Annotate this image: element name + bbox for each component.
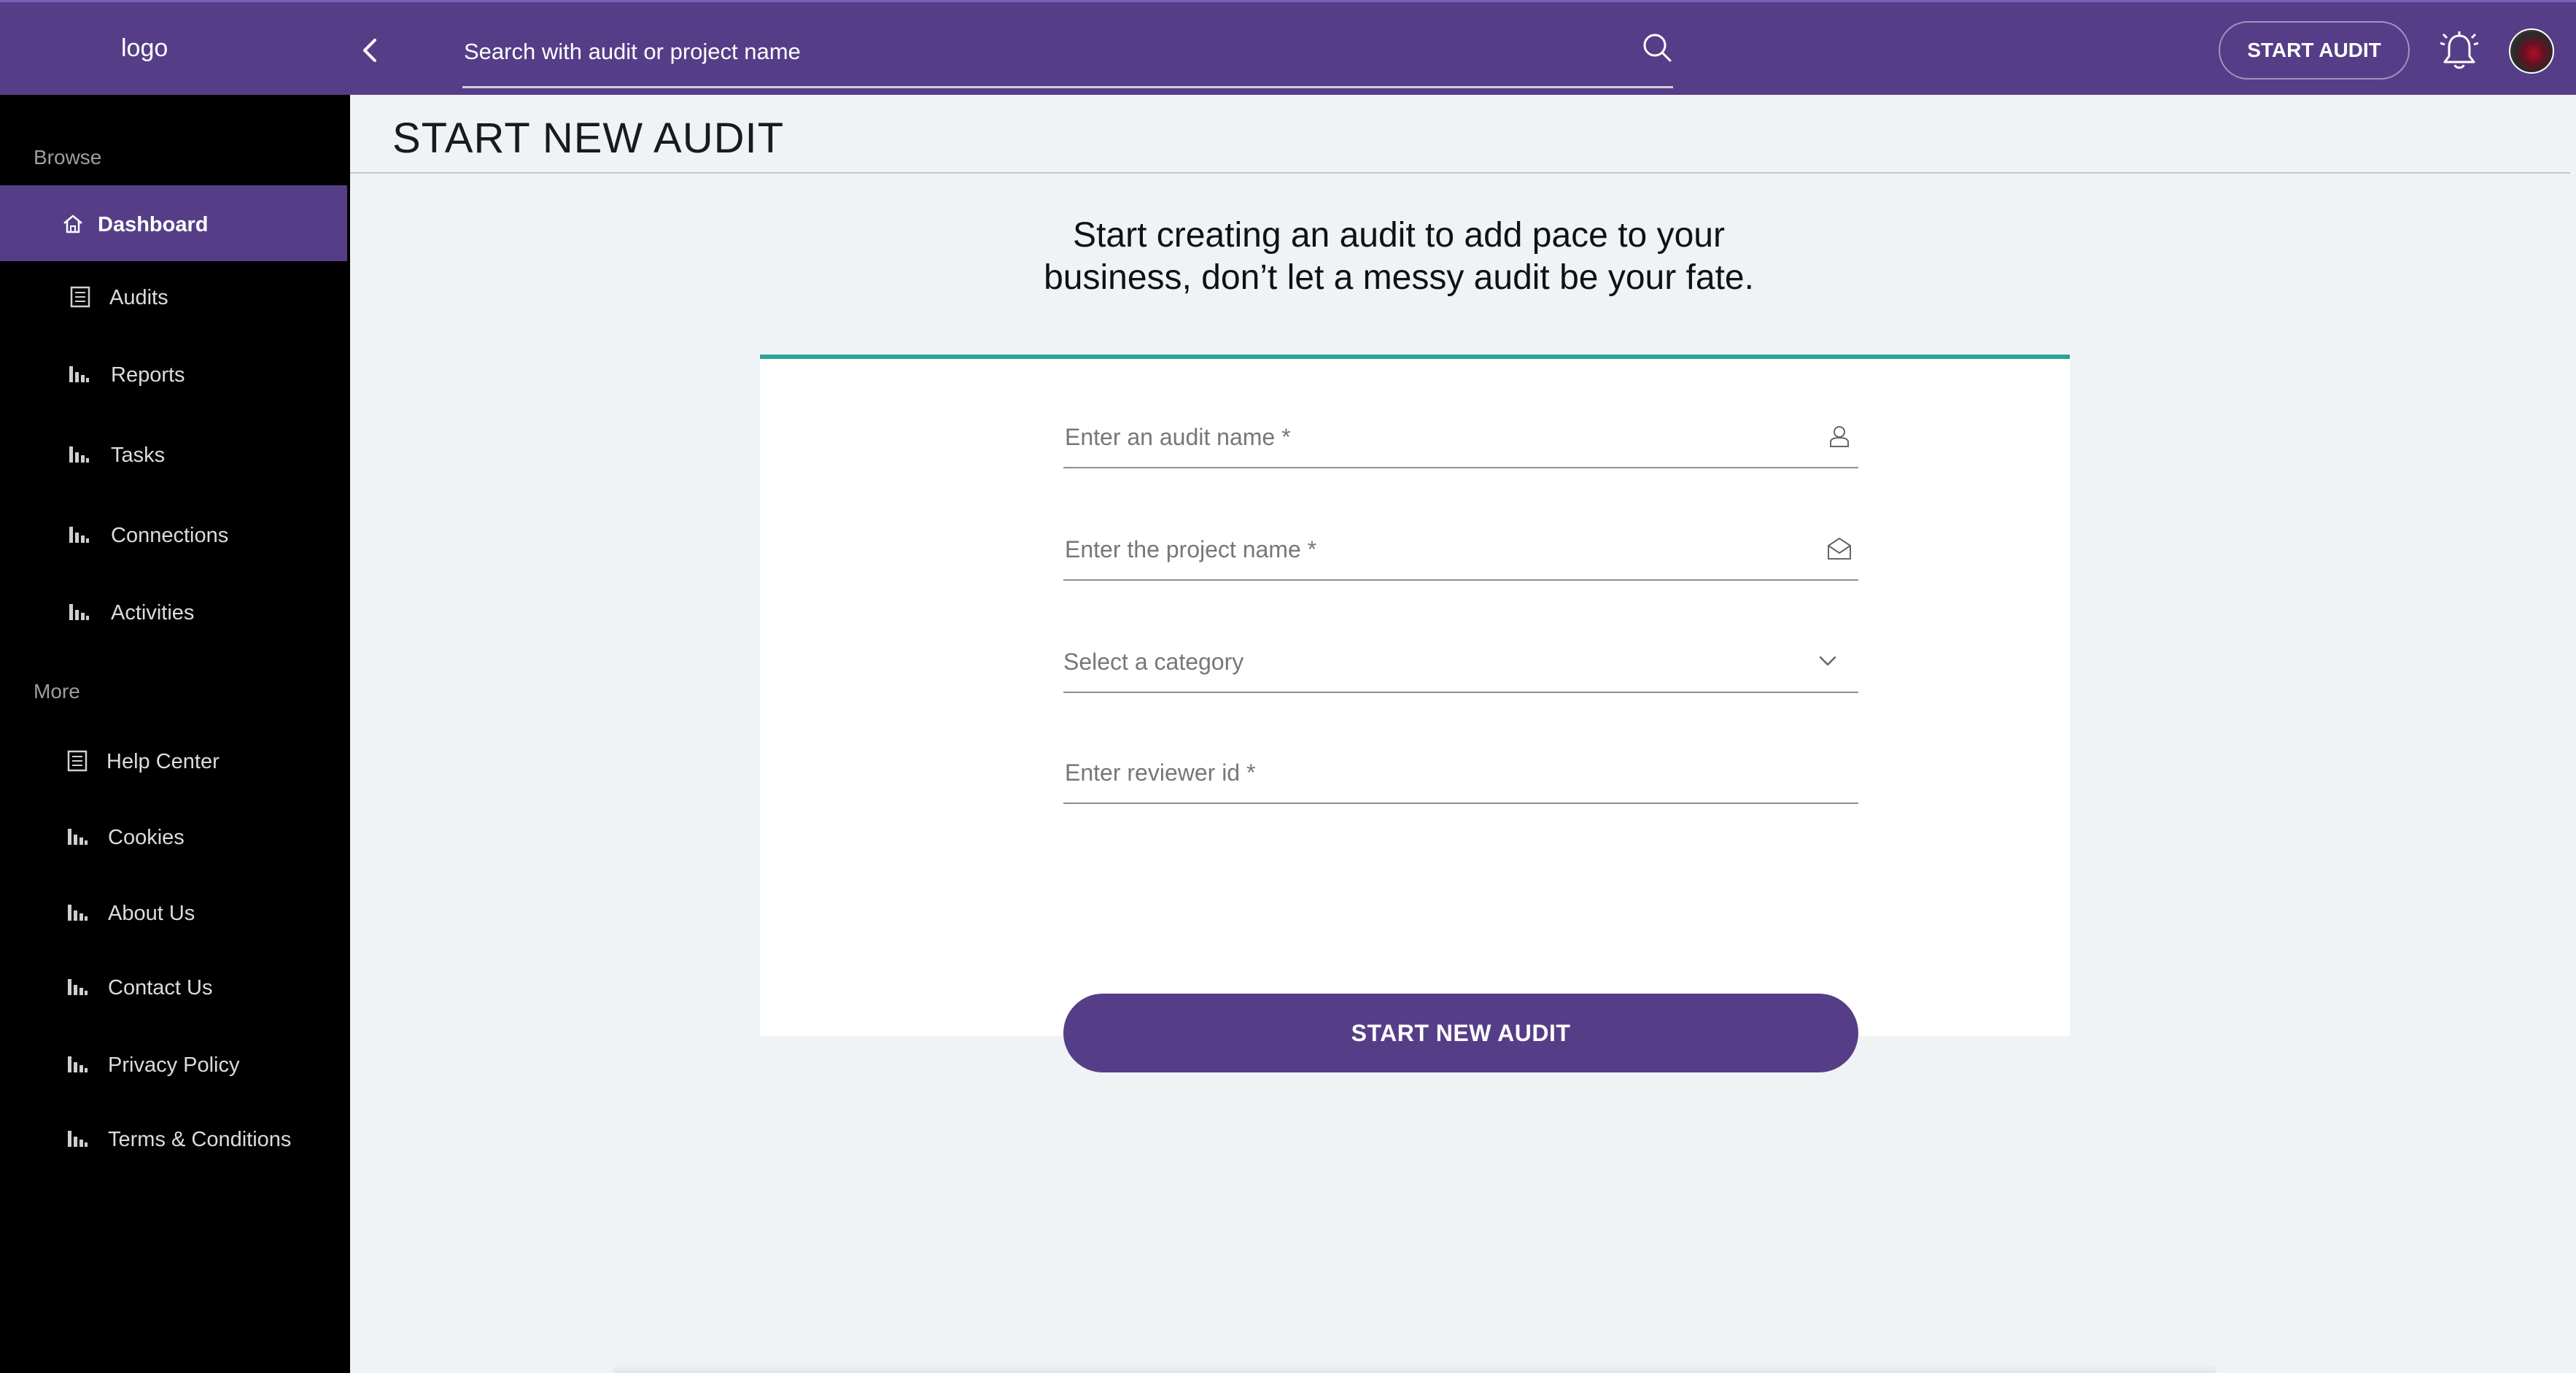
- sidebar-item-label: Help Center: [106, 750, 220, 773]
- sidebar-item-about-us[interactable]: About Us: [0, 874, 347, 950]
- bar-chart-icon: [69, 604, 89, 620]
- project-name-input[interactable]: [1063, 531, 1793, 568]
- sidebar-item-contact-us[interactable]: Contact Us: [0, 948, 347, 1024]
- bar-chart-icon: [69, 366, 89, 382]
- bar-chart-icon: [68, 829, 88, 845]
- sidebar-section-browse: Browse: [34, 146, 102, 169]
- user-icon: [1830, 426, 1849, 447]
- top-bar: logo START AUDIT: [0, 0, 2576, 95]
- notification-bell-icon[interactable]: [2436, 28, 2483, 72]
- bar-chart-icon: [69, 446, 89, 463]
- sidebar-item-label: Connections: [111, 524, 229, 547]
- sidebar-item-label: Privacy Policy: [108, 1053, 240, 1077]
- document-icon: [67, 750, 88, 772]
- sidebar-item-label: About Us: [108, 902, 195, 925]
- project-name-field: [1063, 522, 1858, 581]
- sidebar-item-label: Dashboard: [98, 213, 209, 236]
- sidebar-item-tasks[interactable]: Tasks: [0, 416, 347, 492]
- tagline: Start creating an audit to add pace to y…: [985, 214, 1813, 299]
- sidebar-item-activities[interactable]: Activities: [0, 573, 347, 649]
- page-title: START NEW AUDIT: [392, 115, 785, 162]
- chevron-left-icon[interactable]: [357, 36, 384, 65]
- sidebar-section-more: More: [34, 680, 80, 703]
- sidebar-item-label: Tasks: [111, 444, 166, 467]
- search-icon[interactable]: [1641, 31, 1673, 63]
- search-input[interactable]: [462, 30, 1586, 74]
- bar-chart-icon: [68, 1056, 88, 1072]
- main-content: START NEW AUDIT Start creating an audit …: [350, 95, 2576, 1373]
- sidebar-item-label: Reports: [111, 363, 185, 387]
- bottom-shadow: [613, 1364, 2217, 1373]
- bar-chart-icon: [68, 1131, 88, 1147]
- audit-name-field: [1063, 410, 1858, 468]
- tagline-line-1: Start creating an audit to add pace to y…: [1073, 216, 1725, 255]
- sidebar-item-audits[interactable]: Audits: [0, 258, 347, 334]
- search-bar: [462, 20, 1673, 88]
- category-select[interactable]: Select a category: [1063, 635, 1858, 693]
- tagline-line-2: business, don’t let a messy audit be you…: [1044, 258, 1754, 297]
- avatar[interactable]: [2509, 28, 2554, 74]
- audit-form-card: Select a category START NEW AUDIT: [760, 355, 2070, 1072]
- bar-chart-icon: [68, 979, 88, 995]
- category-select-value: Select a category: [1063, 649, 1244, 675]
- sidebar: Browse Dashboard Audits Reports Tasks Co…: [0, 95, 350, 1373]
- envelope-icon: [1828, 538, 1851, 560]
- sidebar-item-privacy-policy[interactable]: Privacy Policy: [0, 1026, 347, 1102]
- sidebar-item-label: Audits: [109, 286, 168, 309]
- sidebar-item-label: Cookies: [108, 826, 185, 849]
- title-divider: [350, 172, 2570, 174]
- start-audit-button[interactable]: START AUDIT: [2219, 21, 2410, 80]
- sidebar-item-dashboard[interactable]: Dashboard: [0, 185, 347, 261]
- reviewer-id-input[interactable]: [1063, 754, 1793, 791]
- chevron-down-icon: [1819, 656, 1836, 666]
- audit-name-input[interactable]: [1063, 419, 1793, 455]
- sidebar-item-connections[interactable]: Connections: [0, 496, 347, 572]
- sidebar-item-label: Terms & Conditions: [108, 1128, 292, 1151]
- sidebar-item-label: Activities: [111, 601, 195, 624]
- bar-chart-icon: [69, 527, 89, 543]
- reviewer-id-field: [1063, 746, 1858, 804]
- bar-chart-icon: [68, 905, 88, 921]
- sidebar-item-terms-conditions[interactable]: Terms & Conditions: [0, 1100, 347, 1176]
- home-icon: [63, 214, 82, 233]
- sidebar-item-cookies[interactable]: Cookies: [0, 798, 347, 874]
- sidebar-item-reports[interactable]: Reports: [0, 336, 347, 411]
- start-new-audit-button[interactable]: START NEW AUDIT: [1063, 994, 1858, 1072]
- sidebar-item-help-center[interactable]: Help Center: [0, 722, 347, 798]
- sidebar-item-label: Contact Us: [108, 976, 213, 999]
- document-icon: [70, 286, 90, 308]
- logo[interactable]: logo: [121, 34, 168, 63]
